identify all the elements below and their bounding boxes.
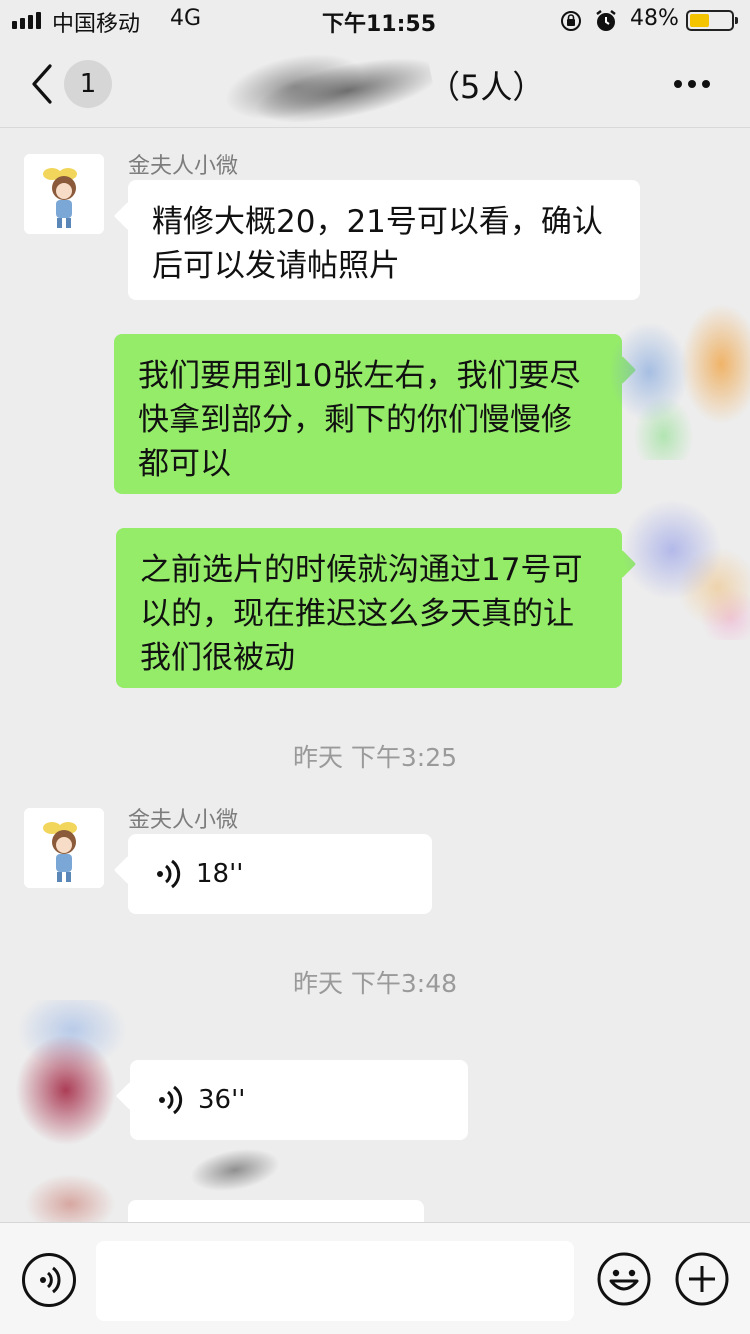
voice-message-bubble[interactable]: 36'': [130, 1060, 468, 1140]
redacted-avatar-smudge: [620, 490, 750, 640]
rotation-lock-icon: [561, 11, 581, 31]
message-line: 都可以: [138, 446, 231, 482]
message-line: 以的，现在推迟这么多天真的让: [140, 596, 574, 632]
voice-message-bubble[interactable]: 18'': [128, 834, 432, 914]
chat-timestamp: 昨天 下午3:48: [292, 969, 458, 998]
battery-percent: 48%: [630, 6, 679, 31]
message-bubble[interactable]: 我们要用到10张左右，我们要尽 快拿到部分，剩下的你们慢慢修 都可以: [114, 334, 622, 494]
message-line: 精修大概20，21号可以看，确认: [152, 204, 603, 240]
redacted-avatar-smudge: [22, 1174, 118, 1224]
message-input[interactable]: [96, 1241, 574, 1321]
unread-count-badge[interactable]: 1: [64, 60, 112, 108]
voice-wave-icon: [159, 1085, 183, 1115]
message-bubble[interactable]: 之前选片的时候就沟通过17号可 以的，现在推迟这么多天真的让 我们很被动: [116, 528, 622, 688]
redacted-avatar-smudge: [606, 300, 750, 460]
voice-duration: 18'': [196, 859, 244, 889]
plus-icon[interactable]: [674, 1251, 730, 1307]
message-line: 快拿到部分，剩下的你们慢慢修: [138, 402, 572, 438]
redacted-avatar-smudge: [10, 1000, 134, 1150]
avatar[interactable]: [24, 808, 104, 888]
redacted-group-name: [213, 19, 441, 161]
chat-timestamp: 昨天 下午3:25: [292, 743, 458, 772]
carrier-name: 中国移动: [52, 12, 141, 37]
network-type: 4G: [170, 6, 202, 31]
alarm-icon: [596, 10, 616, 31]
message-bubble-partial: [128, 1200, 424, 1222]
chevron-left-icon[interactable]: [28, 62, 58, 106]
redacted-sender-smudge: [185, 1132, 285, 1208]
message-line: 后可以发请帖照片: [152, 248, 400, 284]
message-line: 我们很被动: [140, 640, 295, 676]
voice-duration: 36'': [198, 1085, 246, 1115]
voice-wave-icon: [157, 859, 181, 889]
sender-name: 金夫人小微: [128, 808, 239, 833]
chat-header: 1 （5人）: [0, 19, 750, 161]
avatar-girl-icon: [24, 808, 104, 888]
voice-mode-icon[interactable]: [22, 1253, 76, 1307]
emoji-icon[interactable]: [596, 1251, 652, 1307]
sender-name: 金夫人小微: [128, 154, 239, 179]
message-line: 之前选片的时候就沟通过17号可: [140, 552, 583, 588]
avatar-girl-icon: [24, 154, 104, 234]
battery-level: [690, 14, 709, 27]
signal-icon: [12, 12, 41, 29]
battery-icon: [686, 10, 738, 31]
input-bar: [0, 1222, 750, 1334]
message-line: 我们要用到10张左右，我们要尽: [138, 358, 581, 394]
more-dots-icon[interactable]: [674, 80, 710, 88]
avatar[interactable]: [24, 154, 104, 234]
message-bubble[interactable]: 精修大概20，21号可以看，确认 后可以发请帖照片: [128, 180, 640, 300]
group-member-count: （5人）: [428, 68, 545, 106]
